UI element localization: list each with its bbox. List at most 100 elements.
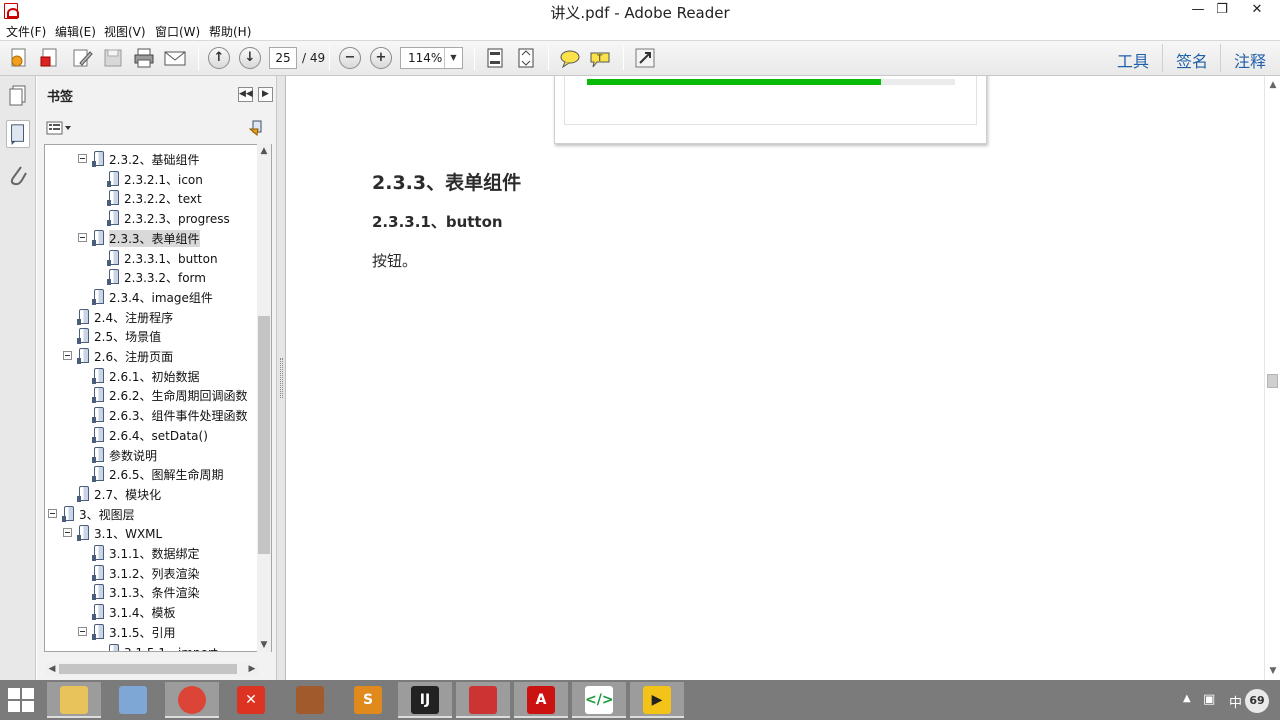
print-icon[interactable] <box>133 47 155 69</box>
menu-view[interactable]: 视图(V) <box>104 23 146 40</box>
fit-page-icon[interactable] <box>484 47 506 69</box>
bookmark-item[interactable]: 3.1.4、模板 <box>45 602 271 622</box>
taskbar-adobe-reader[interactable]: A <box>514 682 568 718</box>
collapse-toggle-icon[interactable] <box>63 528 72 538</box>
attachments-icon[interactable] <box>6 162 30 190</box>
bookmark-item[interactable]: 2.3.3、表单组件 <box>45 228 271 248</box>
bookmark-icon <box>77 485 89 502</box>
bookmark-item[interactable]: 3.1.1、数据绑定 <box>45 543 271 563</box>
windows-start-icon[interactable] <box>8 688 36 714</box>
bookmark-item[interactable]: 2.3.2、基础组件 <box>45 149 271 169</box>
taskbar-winrar[interactable] <box>283 682 337 718</box>
taskbar-file-explorer[interactable] <box>47 682 101 718</box>
bookmark-hscrollbar[interactable]: ◀ ▶ <box>45 662 259 676</box>
document-scrollbar[interactable]: ▲ ▼ <box>1264 76 1280 680</box>
scroll-up-icon[interactable]: ▲ <box>257 144 271 158</box>
page-number-input[interactable]: 25 <box>269 47 297 69</box>
expand-panel-icon[interactable]: ▶ <box>258 87 273 102</box>
menu-file[interactable]: 文件(F) <box>6 23 46 40</box>
prev-page-button[interactable]: ↑ <box>208 47 230 69</box>
bookmark-item[interactable]: 2.7、模块化 <box>45 484 271 504</box>
panel-splitter[interactable] <box>277 76 286 680</box>
chevron-down-icon[interactable]: ▼ <box>444 48 462 68</box>
restore-button[interactable]: ❐ <box>1207 0 1237 20</box>
scroll-left-icon[interactable]: ◀ <box>45 662 59 676</box>
bookmark-item[interactable]: 3.1.5.1、import <box>45 642 271 651</box>
scroll-down-icon[interactable]: ▼ <box>1266 664 1280 678</box>
collapse-toggle-icon[interactable] <box>63 351 72 360</box>
ime-indicator[interactable]: 中 <box>1229 692 1242 711</box>
document-scroll-thumb[interactable] <box>1267 374 1278 388</box>
network-icon[interactable]: ▣ <box>1203 692 1215 707</box>
taskbar-paint[interactable] <box>106 682 160 718</box>
bookmark-item[interactable]: 2.5、场景值 <box>45 326 271 346</box>
taskbar-chrome[interactable] <box>165 682 219 718</box>
scroll-right-icon[interactable]: ▶ <box>245 662 259 676</box>
bookmark-item[interactable]: 2.3.2.3、progress <box>45 208 271 228</box>
bookmark-item[interactable]: 2.6.1、初始数据 <box>45 366 271 386</box>
menu-edit[interactable]: 编辑(E) <box>55 23 96 40</box>
expand-icon[interactable] <box>634 47 656 69</box>
create-pdf-icon[interactable] <box>9 47 31 69</box>
taskbar-intellij[interactable]: IJ <box>398 682 452 718</box>
bookmark-item[interactable]: 2.3.4、image组件 <box>45 287 271 307</box>
email-icon[interactable] <box>164 47 186 69</box>
zoom-select[interactable]: 114% ▼ <box>400 47 463 69</box>
expand-current-bookmark-icon[interactable] <box>249 120 265 136</box>
zoom-in-button[interactable]: + <box>370 47 392 69</box>
tray-badge[interactable]: 69 <box>1245 689 1269 713</box>
save-icon[interactable] <box>102 47 124 69</box>
next-page-button[interactable]: ↓ <box>239 47 261 69</box>
taskbar-code-editor[interactable]: </> <box>572 682 626 718</box>
scroll-thumb[interactable] <box>258 316 270 554</box>
highlight-icon[interactable]: T <box>589 47 611 69</box>
collapse-toggle-icon[interactable] <box>48 508 57 518</box>
bookmark-item[interactable]: 3.1、WXML <box>45 523 271 543</box>
fit-width-icon[interactable] <box>515 47 537 69</box>
splitter-grip[interactable] <box>280 358 283 398</box>
bookmark-item[interactable]: 3.1.5、引用 <box>45 622 271 642</box>
bookmark-item[interactable]: 2.6.5、图解生命周期 <box>45 464 271 484</box>
collapse-toggle-icon[interactable] <box>78 154 87 163</box>
comment-pane-button[interactable]: 注释 <box>1234 48 1266 72</box>
collapse-toggle-icon[interactable] <box>78 232 87 242</box>
sticky-note-icon[interactable] <box>559 47 581 69</box>
bookmark-item[interactable]: 2.4、注册程序 <box>45 307 271 327</box>
bookmark-item[interactable]: 3、视图层 <box>45 504 271 524</box>
bookmark-item[interactable]: 2.6.2、生命周期回调函数 <box>45 385 271 405</box>
bookmark-item[interactable]: 3.1.2、列表渲染 <box>45 563 271 583</box>
bookmark-item[interactable]: 2.6.4、setData() <box>45 425 271 445</box>
sign-pane-button[interactable]: 签名 <box>1176 48 1208 72</box>
bookmark-scrollbar[interactable]: ▲ ▼ <box>257 144 271 652</box>
collapse-toggle-icon[interactable] <box>78 626 87 636</box>
bookmark-item[interactable]: 2.3.2.1、icon <box>45 169 271 189</box>
zoom-out-button[interactable]: − <box>339 47 361 69</box>
taskbar-xmind[interactable]: ✕ <box>224 682 278 718</box>
bookmarks-panel-icon[interactable] <box>6 120 30 148</box>
bookmark-item[interactable]: 2.3.3.2、form <box>45 267 271 287</box>
tools-pane-button[interactable]: 工具 <box>1117 48 1149 72</box>
edit-icon[interactable] <box>71 47 93 69</box>
taskbar-sublime[interactable]: S <box>341 682 395 718</box>
bookmark-item[interactable]: 2.6.3、组件事件处理函数 <box>45 405 271 425</box>
bookmark-item[interactable]: 参数说明 <box>45 445 271 465</box>
hscroll-thumb[interactable] <box>59 664 237 674</box>
menu-help[interactable]: 帮助(H) <box>209 23 251 40</box>
taskbar-player[interactable]: ▶ <box>630 682 684 718</box>
tray-arrow-icon[interactable]: ▲ <box>1183 693 1191 704</box>
options-menu-icon[interactable] <box>46 121 72 135</box>
bookmark-icon <box>92 564 104 581</box>
close-button[interactable]: ✕ <box>1234 0 1280 20</box>
page-thumbnails-icon[interactable] <box>6 82 30 110</box>
bookmark-item[interactable]: 2.3.2.2、text <box>45 188 271 208</box>
scroll-down-icon[interactable]: ▼ <box>257 638 271 652</box>
bookmark-item[interactable]: 3.1.3、条件渲染 <box>45 582 271 602</box>
menu-window[interactable]: 窗口(W) <box>155 23 200 40</box>
collapse-panel-icon[interactable]: ◀◀ <box>238 87 253 102</box>
bookmark-item[interactable]: 2.6、注册页面 <box>45 346 271 366</box>
scroll-up-icon[interactable]: ▲ <box>1266 78 1280 92</box>
taskbar-notes[interactable] <box>456 682 510 718</box>
combine-files-icon[interactable] <box>39 47 61 69</box>
document-view[interactable]: 2.3.3、表单组件 2.3.3.1、button 按钮。 <box>287 76 1264 680</box>
bookmark-item[interactable]: 2.3.3.1、button <box>45 248 271 268</box>
